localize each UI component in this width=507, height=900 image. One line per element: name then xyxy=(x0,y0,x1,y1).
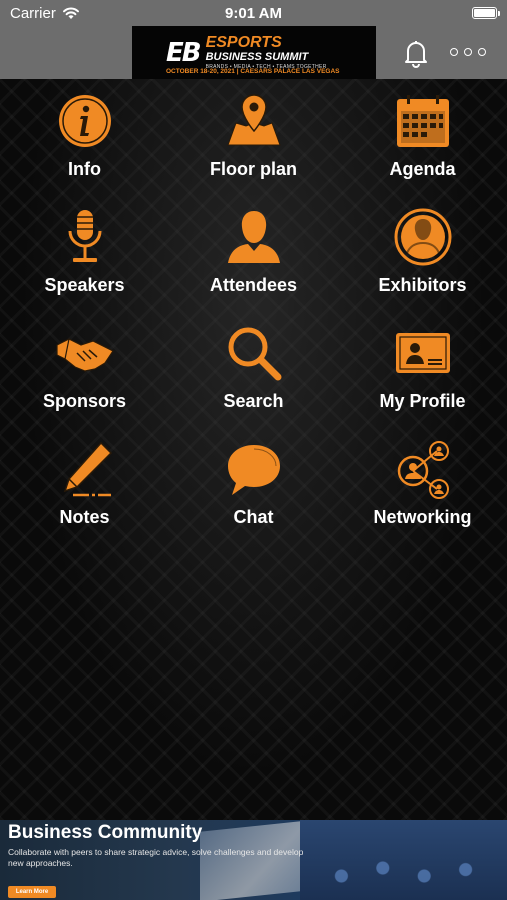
calendar-icon xyxy=(396,95,449,147)
main-menu: Info Floor plan Agenda Speakers Attendee… xyxy=(0,79,507,820)
menu-item-label: Search xyxy=(223,391,284,411)
network-icon xyxy=(397,441,449,499)
menu-item-exhibitors[interactable]: Exhibitors xyxy=(338,207,507,323)
menu-item-sponsors[interactable]: Sponsors xyxy=(0,323,169,439)
microphone-icon xyxy=(68,210,101,262)
logo-text: ESPORTS BUSINESS SUMMIT BRANDS • MEDIA •… xyxy=(206,35,327,70)
menu-item-label: Exhibitors xyxy=(378,275,467,295)
menu-item-floor-plan[interactable]: Floor plan xyxy=(169,91,338,207)
promo-banner[interactable]: Business Community Collaborate with peer… xyxy=(0,820,507,900)
menu-item-label: Info xyxy=(68,159,101,179)
pen-icon xyxy=(63,441,112,497)
menu-item-label: Agenda xyxy=(389,159,456,179)
menu-item-label: My Profile xyxy=(379,391,466,411)
event-logo: EB ESPORTS BUSINESS SUMMIT BRANDS • MEDI… xyxy=(132,26,376,79)
logo-line2: BUSINESS SUMMIT xyxy=(205,51,309,63)
more-icon[interactable] xyxy=(450,48,486,58)
chat-bubble-icon xyxy=(227,445,280,495)
menu-item-label: Chat xyxy=(233,507,274,527)
menu-item-notes[interactable]: Notes xyxy=(0,439,169,555)
banner-crowd-image xyxy=(300,820,507,900)
menu-item-search[interactable]: Search xyxy=(169,323,338,439)
logo-line1: ESPORTS xyxy=(205,34,282,51)
logo-mark: EB xyxy=(166,37,202,68)
logo-event-date: OCTOBER 18-20, 2021 | CAESARS PALACE LAS… xyxy=(166,68,340,75)
person-icon xyxy=(227,211,280,263)
person-circle-icon xyxy=(394,208,451,266)
info-icon xyxy=(58,95,111,147)
wifi-icon xyxy=(62,7,79,19)
menu-item-label: Sponsors xyxy=(42,391,126,411)
menu-item-label: Attendees xyxy=(209,275,298,295)
handshake-icon xyxy=(55,338,114,372)
map-icon xyxy=(226,94,281,146)
menu-item-networking[interactable]: Networking xyxy=(338,439,507,555)
menu-item-label: Notes xyxy=(59,507,110,527)
magnifier-icon xyxy=(228,327,281,381)
bell-icon[interactable] xyxy=(400,37,432,69)
banner-text: Collaborate with peers to share strategi… xyxy=(8,847,304,868)
menu-item-chat[interactable]: Chat xyxy=(169,439,338,555)
menu-grid: Info Floor plan Agenda Speakers Attendee… xyxy=(0,91,507,555)
battery-icon xyxy=(472,7,500,19)
menu-item-attendees[interactable]: Attendees xyxy=(169,207,338,323)
status-left: Carrier xyxy=(10,5,80,22)
menu-item-agenda[interactable]: Agenda xyxy=(338,91,507,207)
carrier-label: Carrier xyxy=(10,4,56,22)
nav-bar: EB ESPORTS BUSINESS SUMMIT BRANDS • MEDI… xyxy=(0,26,507,79)
menu-item-label: Floor plan xyxy=(210,159,297,179)
menu-item-label: Speakers xyxy=(44,275,125,295)
status-bar: Carrier 9:01 AM xyxy=(0,0,507,26)
banner-title: Business Community xyxy=(8,822,203,843)
menu-item-label: Networking xyxy=(373,507,472,527)
learn-more-button[interactable]: Learn More xyxy=(8,886,56,898)
menu-item-my-profile[interactable]: My Profile xyxy=(338,323,507,439)
id-card-icon xyxy=(395,333,450,373)
menu-item-info[interactable]: Info xyxy=(0,91,169,207)
menu-item-speakers[interactable]: Speakers xyxy=(0,207,169,323)
